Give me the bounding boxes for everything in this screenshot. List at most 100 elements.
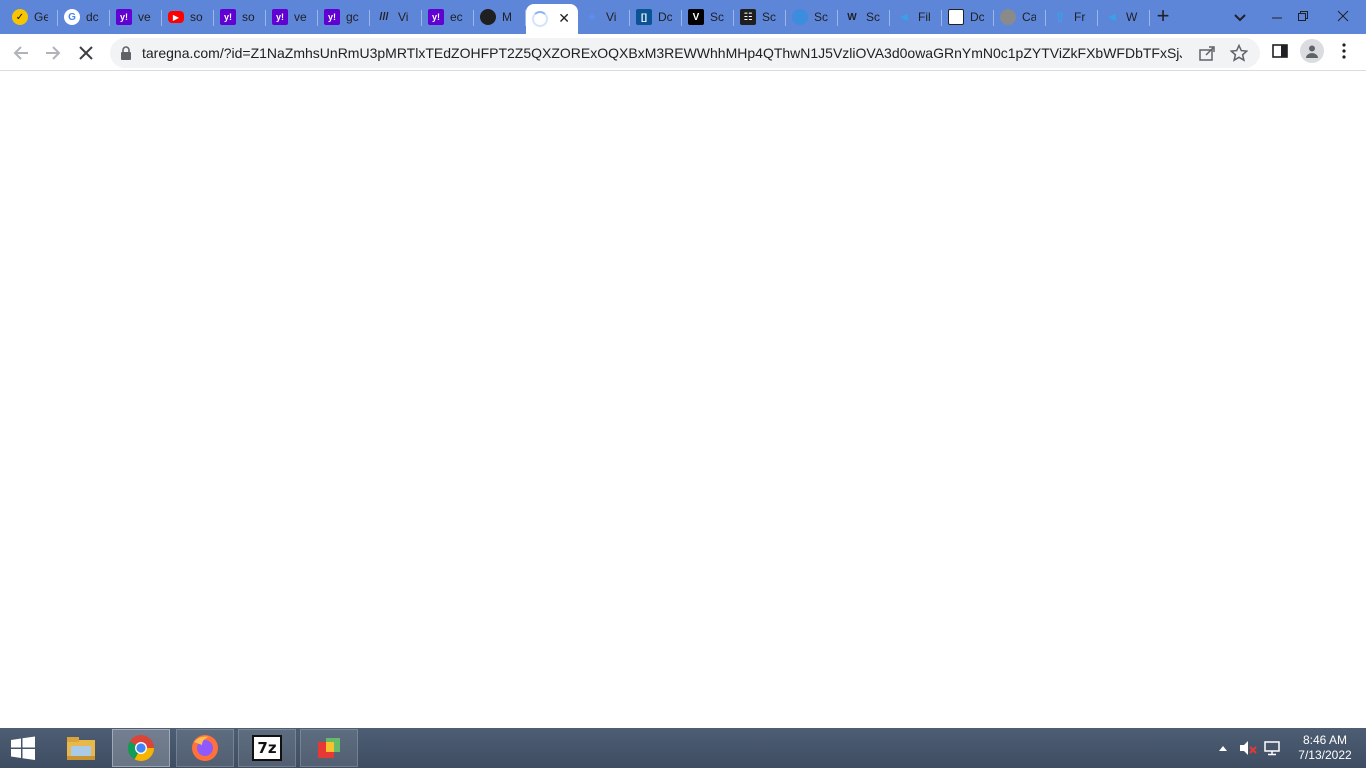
tab-title: so [242, 10, 255, 24]
network-icon[interactable] [1264, 740, 1280, 756]
browser-window: ✓ Ge Gdc y! ve ▶ so y! so y! ve y! gc /// Vi y! ec M ✕ ✦ Vi [… [0, 0, 1366, 768]
lock-icon [121, 46, 131, 60]
tab-title: gc [346, 10, 359, 24]
tab[interactable]: W Sc [838, 4, 890, 30]
clock-time: 8:46 AM [1302, 733, 1348, 747]
share-icon[interactable] [1198, 45, 1216, 61]
url-text[interactable]: taregna.com/?id=Z1NaZmhsUnRmU3pMRTlxTEdZ… [142, 45, 1182, 61]
taskbar-chrome[interactable] [112, 729, 170, 767]
tab-title: ve [294, 10, 307, 24]
tab[interactable]: Dc [942, 4, 994, 30]
forward-button[interactable] [40, 40, 66, 66]
tab-list: ✓ Ge Gdc y! ve ▶ so y! so y! ve y! gc /// Vi y! ec M ✕ ✦ Vi [… [6, 4, 1150, 34]
windows-logo-icon [11, 736, 35, 760]
file-explorer-icon [67, 737, 95, 760]
volume-muted-icon[interactable] [1239, 740, 1257, 756]
arrow-left-icon: ◀ [900, 11, 908, 23]
close-window-button[interactable] [1320, 0, 1366, 32]
yahoo-icon: y! [428, 9, 444, 25]
tab[interactable]: V Sc [682, 4, 734, 30]
v-logo-icon: V [688, 9, 704, 25]
tab-title: Fil [918, 10, 931, 24]
yahoo-icon: y! [116, 9, 132, 25]
new-tab-button[interactable]: + [1151, 5, 1175, 29]
tab[interactable]: y! ec [422, 4, 474, 30]
tab[interactable]: y! gc [318, 4, 370, 30]
taskbar-app-tiles[interactable] [300, 729, 358, 767]
tab-strip: ✓ Ge Gdc y! ve ▶ so y! so y! ve y! gc /// Vi y! ec M ✕ ✦ Vi [… [0, 0, 1366, 34]
tab-title: ve [138, 10, 151, 24]
tab[interactable]: y! so [214, 4, 266, 30]
address-bar[interactable]: taregna.com/?id=Z1NaZmhsUnRmU3pMRTlxTEdZ… [110, 38, 1260, 68]
arrow-right-icon [46, 46, 61, 60]
firefox-icon [192, 735, 218, 761]
tab-search-button[interactable] [1230, 8, 1250, 26]
norton-icon: ✓ [12, 9, 28, 25]
tab[interactable]: ✦ Vi [578, 4, 630, 30]
taskbar-7zip[interactable]: 7z [238, 729, 296, 767]
tab[interactable]: ◀ Fil [890, 4, 942, 30]
tab[interactable]: /// Vi [370, 4, 422, 30]
tab-title: Vi [398, 10, 409, 24]
pinwheel-icon: ✦ [586, 8, 598, 25]
slashes-icon: /// [379, 11, 389, 23]
show-hidden-icons-icon[interactable] [1218, 744, 1228, 752]
tab[interactable]: [] Dc [630, 4, 682, 30]
close-tab-icon[interactable]: ✕ [558, 10, 570, 27]
tab[interactable]: Ca [994, 4, 1046, 30]
tab[interactable]: Sc [786, 4, 838, 30]
side-panel-icon[interactable] [1271, 42, 1289, 60]
taskbar-firefox[interactable] [176, 729, 234, 767]
wikipedia-icon: W [847, 11, 857, 23]
tab[interactable]: ⇧ Fr [1046, 4, 1098, 30]
tab[interactable]: ◀ W [1098, 4, 1150, 30]
clock-date: 7/13/2022 [1298, 748, 1352, 762]
tab-title: Ge [34, 10, 48, 24]
taskbar-file-explorer[interactable] [52, 729, 110, 767]
tab-title: ec [450, 10, 463, 24]
youtube-icon: ▶ [168, 11, 184, 23]
tab-title: Ca [1022, 10, 1036, 24]
tab[interactable]: ▶ so [162, 4, 214, 30]
doc-icon [948, 9, 964, 25]
taskbar: 7z 8:46 AM 7/13/2022 [0, 728, 1366, 768]
google-icon: G [64, 9, 80, 25]
page-content [0, 71, 1366, 728]
menu-dots-icon[interactable] [1338, 42, 1350, 60]
globe-dark-icon [480, 9, 496, 25]
tab[interactable]: ☷ Sc [734, 4, 786, 30]
close-icon [1337, 10, 1349, 22]
loading-spinner-icon [532, 11, 548, 27]
tab[interactable]: M [474, 4, 526, 30]
bookmark-star-icon[interactable] [1230, 44, 1248, 62]
restore-icon [1298, 11, 1308, 21]
building-icon: ☷ [740, 9, 756, 25]
tab[interactable]: y! ve [266, 4, 318, 30]
tab[interactable]: ✓ Ge [6, 4, 58, 30]
tab[interactable]: y! ve [110, 4, 162, 30]
start-button[interactable] [8, 736, 38, 762]
grey-globe-icon [1000, 9, 1016, 25]
tab-title: Sc [762, 10, 776, 24]
profile-button[interactable] [1300, 39, 1324, 63]
blue-dot-icon [792, 9, 808, 25]
back-button[interactable] [8, 40, 34, 66]
upload-icon: ⇧ [1054, 8, 1066, 25]
tab-title: dc [86, 10, 99, 24]
tab-title: Vi [606, 10, 617, 24]
tab-title: W [1126, 10, 1138, 24]
tab-title: Sc [814, 10, 828, 24]
tab-active[interactable]: ✕ [526, 4, 578, 34]
system-clock[interactable]: 8:46 AM 7/13/2022 [1290, 733, 1360, 763]
tab-title: Sc [710, 10, 724, 24]
yahoo-icon: y! [324, 9, 340, 25]
tab[interactable]: Gdc [58, 4, 110, 30]
stop-loading-button[interactable] [73, 40, 99, 66]
browser-toolbar: taregna.com/?id=Z1NaZmhsUnRmU3pMRTlxTEdZ… [0, 34, 1366, 71]
tab-title: Sc [866, 10, 880, 24]
tab-title: Dc [970, 10, 984, 24]
app-tiles-icon [318, 738, 340, 758]
avatar-icon [1306, 45, 1318, 58]
arrow-left-icon: ◀ [1108, 11, 1116, 23]
yahoo-icon: y! [272, 9, 288, 25]
